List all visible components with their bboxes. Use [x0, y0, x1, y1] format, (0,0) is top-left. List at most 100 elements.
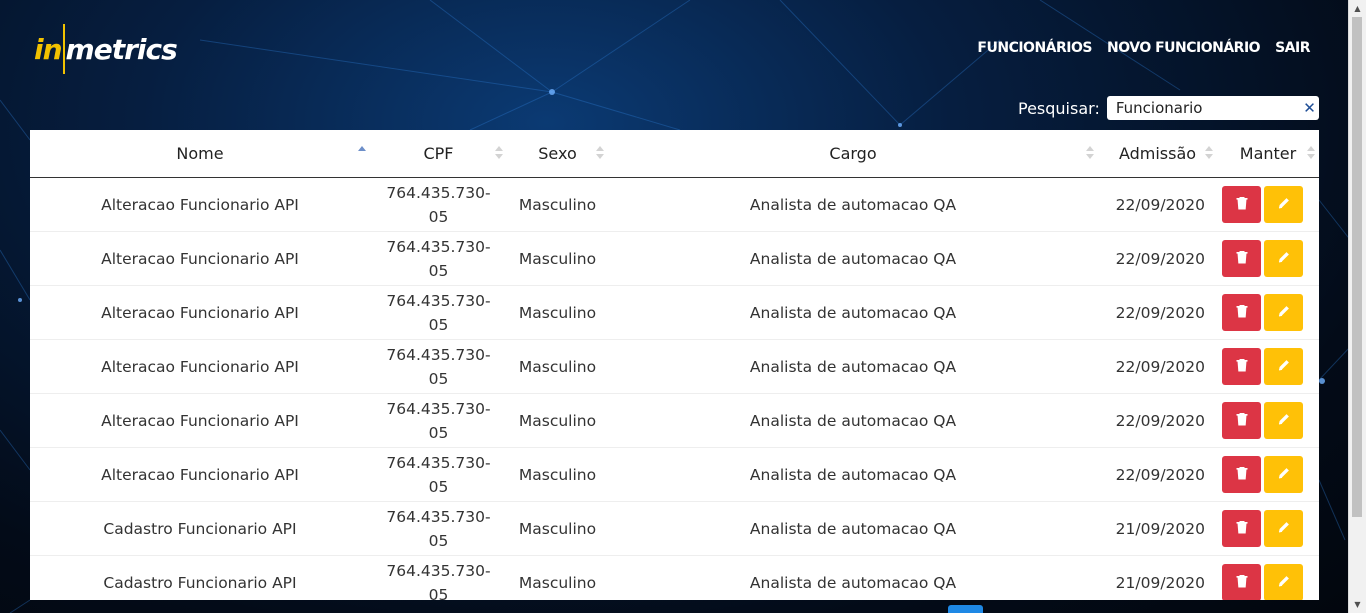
trash-icon — [1236, 250, 1248, 268]
cell-nome: Alteracao Funcionario API — [30, 393, 370, 448]
cell-sexo: Masculino — [507, 447, 608, 502]
pencil-icon — [1277, 466, 1291, 484]
column-header-nome[interactable]: Nome — [30, 130, 370, 178]
cell-admissao: 22/09/2020 — [1098, 285, 1217, 340]
scrollbar-thumb[interactable] — [1352, 17, 1362, 517]
pencil-icon — [1277, 412, 1291, 430]
column-header-sexo[interactable]: Sexo — [507, 130, 608, 178]
cell-nome: Alteracao Funcionario API — [30, 285, 370, 340]
cell-cargo: Analista de automacao QA — [608, 177, 1098, 232]
logo-in-text: in — [34, 32, 63, 66]
cell-cargo: Analista de automacao QA — [608, 447, 1098, 502]
trash-icon — [1236, 520, 1248, 538]
employees-table: Nome CPF Sexo Cargo Admissão Manter Alte… — [30, 130, 1319, 600]
trash-icon — [1236, 304, 1248, 322]
cell-cargo: Analista de automacao QA — [608, 555, 1098, 600]
pencil-icon — [1277, 520, 1291, 538]
cell-manter — [1217, 177, 1319, 232]
cell-nome: Alteracao Funcionario API — [30, 339, 370, 394]
table-row: Alteracao Funcionario API 764.435.730- 05 M… — [30, 447, 1319, 502]
table-body: Alteracao Funcionario API 764.435.730- 05 M… — [30, 177, 1319, 600]
nav-sair-link[interactable]: SAIR — [1275, 40, 1310, 56]
search-label: Pesquisar: — [1018, 98, 1100, 118]
delete-button[interactable] — [1222, 402, 1261, 439]
inmetrics-logo[interactable]: in metrics — [34, 24, 178, 74]
delete-button[interactable] — [1222, 564, 1261, 600]
cell-nome: Cadastro Funcionario API — [30, 555, 370, 600]
table-row: Alteracao Funcionario API 764.435.730- 05 M… — [30, 285, 1319, 340]
edit-button[interactable] — [1264, 402, 1303, 439]
column-header-cargo[interactable]: Cargo — [608, 130, 1098, 178]
cell-cargo: Analista de automacao QA — [608, 285, 1098, 340]
edit-button[interactable] — [1264, 348, 1303, 385]
trash-icon — [1236, 196, 1248, 214]
cell-cpf: 764.435.730- 05 — [370, 285, 507, 340]
cell-cargo: Analista de automacao QA — [608, 501, 1098, 556]
cell-admissao: 22/09/2020 — [1098, 393, 1217, 448]
table-row: Alteracao Funcionario API 764.435.730- 05 M… — [30, 231, 1319, 286]
employees-table-container: Nome CPF Sexo Cargo Admissão Manter Alte… — [30, 130, 1319, 600]
cell-manter — [1217, 339, 1319, 394]
cell-cpf: 764.435.730- 05 — [370, 501, 507, 556]
trash-icon — [1236, 412, 1248, 430]
edit-button[interactable] — [1264, 510, 1303, 547]
cell-admissao: 22/09/2020 — [1098, 447, 1217, 502]
search-area: Pesquisar: ✕ — [1018, 96, 1319, 120]
cell-cargo: Analista de automacao QA — [608, 393, 1098, 448]
delete-button[interactable] — [1222, 510, 1261, 547]
delete-button[interactable] — [1222, 240, 1261, 277]
logo-metrics-text: metrics — [65, 32, 178, 66]
cell-cpf: 764.435.730- 05 — [370, 231, 507, 286]
delete-button[interactable] — [1222, 294, 1261, 331]
table-header-row: Nome CPF Sexo Cargo Admissão Manter — [30, 130, 1319, 178]
edit-button[interactable] — [1264, 456, 1303, 493]
scrollbar[interactable]: ▲ ▼ — [1348, 0, 1366, 613]
edit-button[interactable] — [1264, 186, 1303, 223]
cell-cpf: 764.435.730- 05 — [370, 555, 507, 600]
close-icon[interactable]: ✕ — [1303, 99, 1316, 117]
search-input[interactable] — [1106, 96, 1296, 120]
cell-cargo: Analista de automacao QA — [608, 231, 1098, 286]
nav-novo-funcionario-link[interactable]: NOVO FUNCIONÁRIO — [1107, 40, 1261, 56]
edit-button[interactable] — [1264, 240, 1303, 277]
column-header-cpf[interactable]: CPF — [370, 130, 507, 178]
pencil-icon — [1277, 304, 1291, 322]
trash-icon — [1236, 466, 1248, 484]
cell-manter — [1217, 447, 1319, 502]
edit-button[interactable] — [1264, 294, 1303, 331]
delete-button[interactable] — [1222, 456, 1261, 493]
pencil-icon — [1277, 196, 1291, 214]
logo-divider — [62, 24, 65, 74]
nav-funcionarios-link[interactable]: FUNCIONÁRIOS — [977, 40, 1092, 56]
cell-manter — [1217, 285, 1319, 340]
top-nav: FUNCIONÁRIOS NOVO FUNCIONÁRIO SAIR — [977, 40, 1310, 56]
edit-button[interactable] — [1264, 564, 1303, 600]
search-box: ✕ — [1106, 96, 1319, 120]
sort-icon — [596, 146, 604, 160]
cell-cpf: 764.435.730- 05 — [370, 177, 507, 232]
cell-sexo: Masculino — [507, 231, 608, 286]
table-row: Cadastro Funcionario API 764.435.730- 05 Ma… — [30, 555, 1319, 600]
cell-admissao: 22/09/2020 — [1098, 231, 1217, 286]
cell-nome: Alteracao Funcionario API — [30, 231, 370, 286]
column-header-admissao[interactable]: Admissão — [1098, 130, 1217, 178]
cell-admissao: 21/09/2020 — [1098, 555, 1217, 600]
cell-manter — [1217, 555, 1319, 600]
trash-icon — [1236, 574, 1248, 592]
scroll-down-icon[interactable]: ▼ — [1349, 596, 1366, 613]
cell-manter — [1217, 231, 1319, 286]
cell-manter — [1217, 501, 1319, 556]
sort-icon — [495, 146, 503, 160]
table-row: Alteracao Funcionario API 764.435.730- 05 M… — [30, 393, 1319, 448]
pagination-button-partial[interactable] — [948, 605, 983, 613]
cell-sexo: Masculino — [507, 393, 608, 448]
cell-cpf: 764.435.730- 05 — [370, 393, 507, 448]
scroll-up-icon[interactable]: ▲ — [1349, 0, 1366, 17]
delete-button[interactable] — [1222, 186, 1261, 223]
delete-button[interactable] — [1222, 348, 1261, 385]
cell-cargo: Analista de automacao QA — [608, 339, 1098, 394]
cell-sexo: Masculino — [507, 501, 608, 556]
column-header-manter[interactable]: Manter — [1217, 130, 1319, 178]
table-row: Alteracao Funcionario API 764.435.730- 05 M… — [30, 177, 1319, 232]
pencil-icon — [1277, 574, 1291, 592]
